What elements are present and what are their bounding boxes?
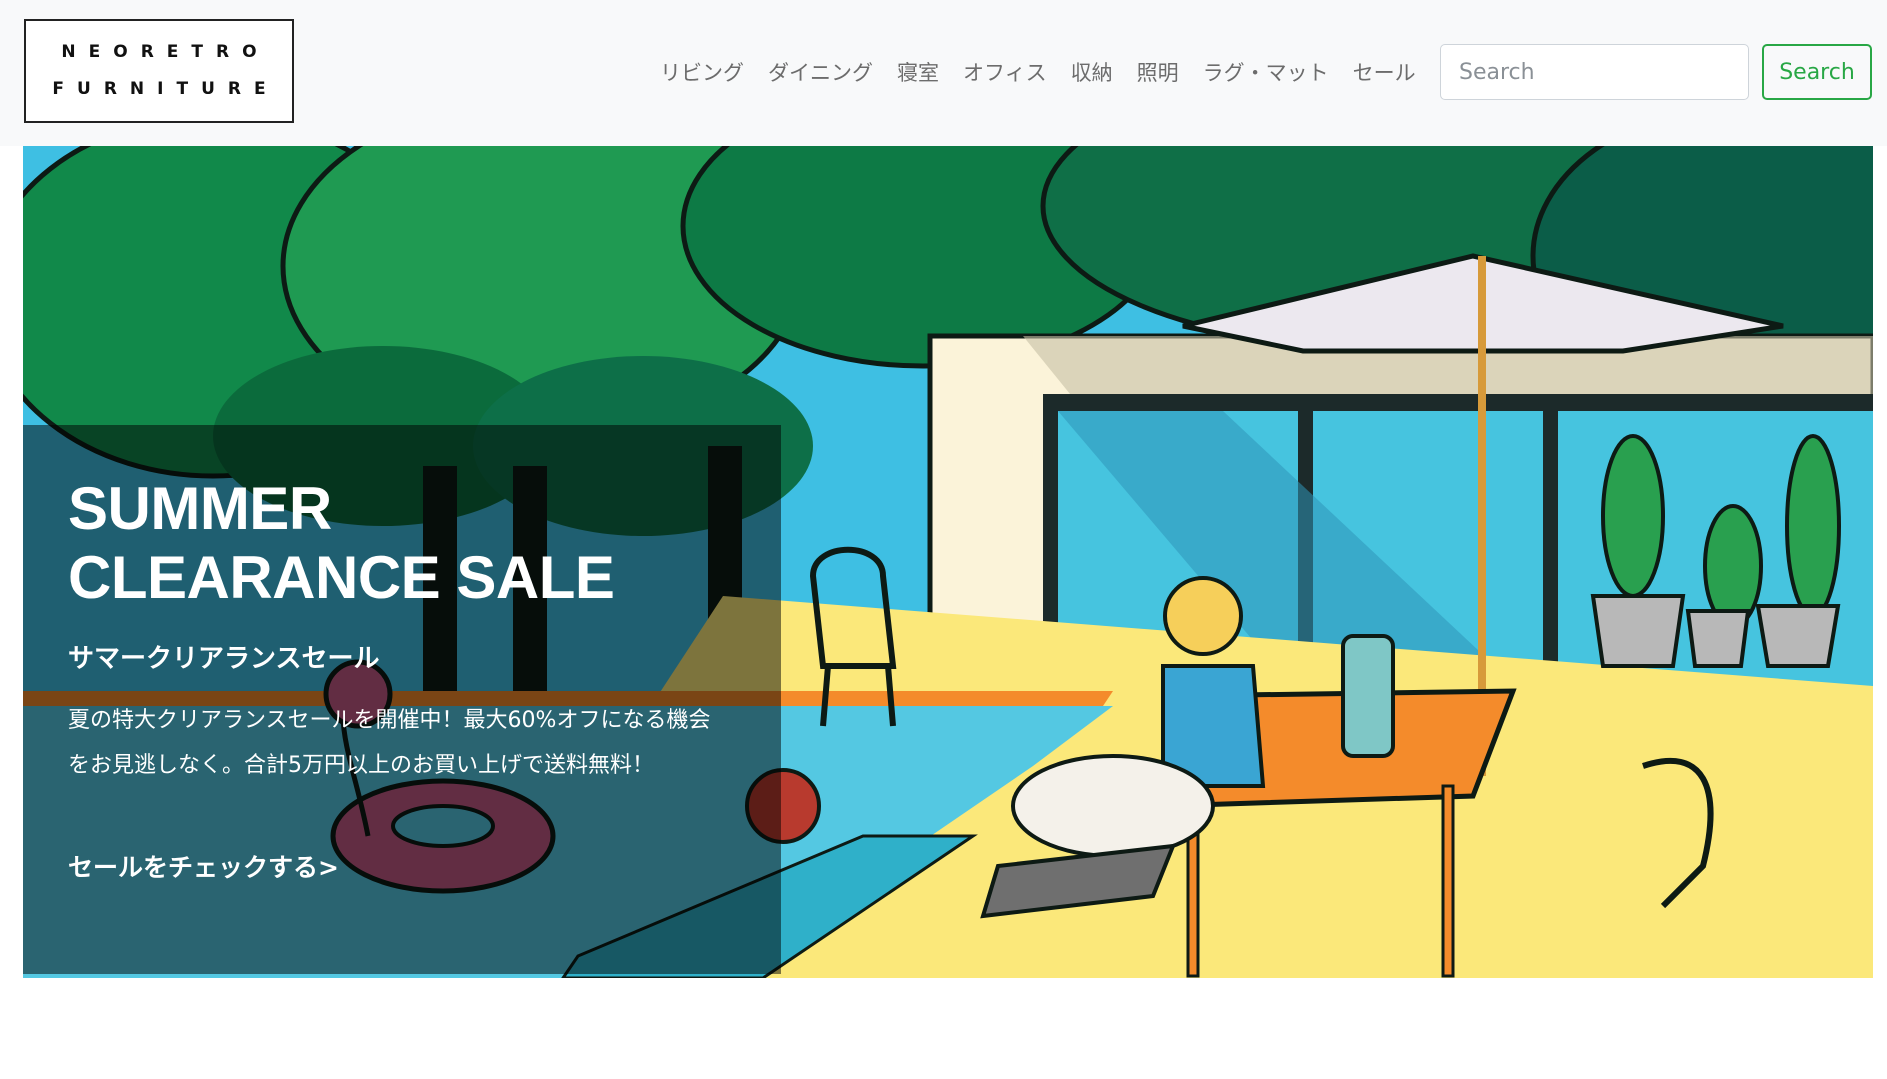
search-input[interactable] (1440, 44, 1749, 100)
brand-logo[interactable]: NEORETRO FURNITURE (24, 19, 294, 123)
nav-item-dining[interactable]: ダイニング (768, 57, 873, 87)
navbar: NEORETRO FURNITURE リビング ダイニング 寝室 オフィス 収納… (0, 0, 1887, 146)
nav-item-bedroom[interactable]: 寝室 (897, 57, 939, 87)
sale-cta-link[interactable]: セールをチェックする> (68, 848, 339, 884)
nav-item-sale[interactable]: セール (1353, 57, 1416, 87)
hero-subtitle: サマークリアランスセール (68, 644, 380, 674)
brand-line-2: FURNITURE (52, 79, 279, 99)
brand-line-1: NEORETRO (61, 42, 270, 62)
nav-item-office[interactable]: オフィス (963, 57, 1047, 87)
hero-description: 夏の特大クリアランスセールを開催中！最大60%オフになる機会をお見逃しなく。合計… (68, 708, 711, 778)
search-button[interactable]: Search (1762, 44, 1872, 100)
nav-item-lighting[interactable]: 照明 (1137, 57, 1179, 87)
hero-banner: SUMMER CLEARANCE SALE サマークリアランスセール 夏の特大ク… (23, 146, 1873, 978)
nav-item-living[interactable]: リビング (660, 57, 744, 87)
nav-item-rugs-mats[interactable]: ラグ・マット (1203, 57, 1329, 87)
hero-title: SUMMER CLEARANCE SALE (68, 475, 615, 611)
nav-item-storage[interactable]: 収納 (1071, 57, 1113, 87)
main-nav: リビング ダイニング 寝室 オフィス 収納 照明 ラグ・マット セール (660, 52, 1440, 92)
